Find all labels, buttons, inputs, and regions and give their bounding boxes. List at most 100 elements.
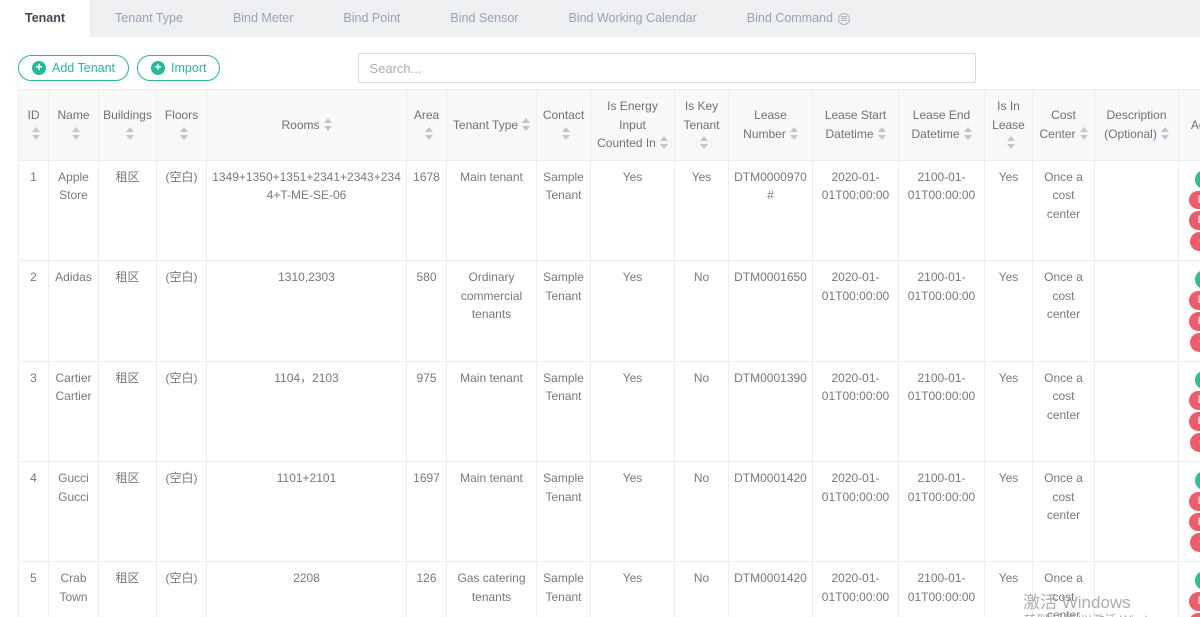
sort-icon[interactable] bbox=[660, 136, 668, 149]
export-button[interactable]: Export bbox=[1189, 211, 1200, 230]
column-header-is-energy-input-counted-in[interactable]: Is Energy Input Counted In bbox=[591, 90, 675, 161]
sort-icon[interactable] bbox=[72, 127, 80, 140]
sort-icon[interactable] bbox=[32, 127, 40, 140]
sort-icon[interactable] bbox=[562, 127, 570, 140]
edit-button[interactable]: Edit bbox=[1195, 270, 1200, 289]
edit-button[interactable]: Edit bbox=[1195, 170, 1200, 189]
column-header-action[interactable]: Action bbox=[1179, 90, 1200, 161]
cell-name: Adidas bbox=[49, 261, 99, 361]
column-header-lease-end-datetime[interactable]: Lease End Datetime bbox=[899, 90, 985, 161]
delete-button[interactable]: Delete bbox=[1189, 592, 1200, 611]
sort-icon[interactable] bbox=[126, 127, 134, 140]
cell-lease-start: 2020-01-01T00:00:00 bbox=[813, 562, 899, 617]
cell-tenant-type: Main tenant bbox=[447, 160, 537, 260]
cell-rooms: 1101+2101 bbox=[207, 461, 407, 561]
tab-label: Tenant Type bbox=[115, 0, 183, 37]
column-label: Tenant Type bbox=[453, 118, 518, 132]
cell-tenant-type: Main tenant bbox=[447, 461, 537, 561]
cell-buildings: 租区 bbox=[99, 461, 157, 561]
column-label: Name bbox=[57, 108, 89, 122]
cell-is-in-lease: Yes bbox=[985, 261, 1033, 361]
export-button[interactable]: Export bbox=[1189, 613, 1200, 617]
cell-name: Apple Store bbox=[49, 160, 99, 260]
column-label: Action bbox=[1191, 118, 1200, 132]
cell-area: 580 bbox=[407, 261, 447, 361]
column-header-contact[interactable]: Contact bbox=[537, 90, 591, 161]
column-header-area[interactable]: Area bbox=[407, 90, 447, 161]
sort-icon[interactable] bbox=[700, 136, 708, 149]
column-label: Floors bbox=[165, 108, 198, 122]
sort-icon[interactable] bbox=[324, 118, 332, 131]
column-header-id[interactable]: ID bbox=[19, 90, 49, 161]
sort-icon[interactable] bbox=[964, 127, 972, 140]
sort-icon[interactable] bbox=[522, 118, 530, 131]
cell-tenant-type: Gas catering tenants bbox=[447, 562, 537, 617]
tab-bind-working-calendar[interactable]: Bind Working Calendar bbox=[543, 0, 721, 37]
column-header-buildings[interactable]: Buildings bbox=[99, 90, 157, 161]
cell-area: 126 bbox=[407, 562, 447, 617]
column-header-cost-center[interactable]: Cost Center bbox=[1033, 90, 1095, 161]
search-input[interactable] bbox=[358, 53, 976, 83]
cell-lease-start: 2020-01-01T00:00:00 bbox=[813, 461, 899, 561]
delete-button[interactable]: Delete bbox=[1189, 291, 1200, 310]
sort-icon[interactable] bbox=[878, 127, 886, 140]
add-tenant-button[interactable]: + Add Tenant bbox=[18, 55, 129, 81]
import-label: Import bbox=[171, 61, 206, 75]
column-header-rooms[interactable]: Rooms bbox=[207, 90, 407, 161]
tab-bind-point[interactable]: Bind Point bbox=[318, 0, 425, 37]
cell-lease-number: DTM0001420 bbox=[729, 461, 813, 561]
export-button[interactable]: Export bbox=[1189, 312, 1200, 331]
edit-button[interactable]: Edit bbox=[1195, 571, 1200, 590]
cell-action: EditDeleteExportClone bbox=[1179, 562, 1200, 617]
column-label: Contact bbox=[543, 108, 584, 122]
column-header-tenant-type[interactable]: Tenant Type bbox=[447, 90, 537, 161]
import-button[interactable]: + Import bbox=[137, 55, 220, 81]
tab-bind-command[interactable]: Bind Command bbox=[722, 0, 875, 37]
cell-floors: (空白) bbox=[157, 361, 207, 461]
column-header-floors[interactable]: Floors bbox=[157, 90, 207, 161]
cell-area: 1678 bbox=[407, 160, 447, 260]
sort-icon[interactable] bbox=[790, 127, 798, 140]
delete-button[interactable]: Delete bbox=[1189, 391, 1200, 410]
cell-id: 3 bbox=[19, 361, 49, 461]
tab-tenant-type[interactable]: Tenant Type bbox=[90, 0, 208, 37]
plus-circle-icon: + bbox=[151, 61, 165, 75]
delete-button[interactable]: Delete bbox=[1189, 492, 1200, 511]
windows-activation-subtext: 转到"设置"以激活 Windows。 bbox=[1024, 611, 1181, 617]
cell-is-key-tenant: No bbox=[675, 361, 729, 461]
cell-is-in-lease: Yes bbox=[985, 461, 1033, 561]
sort-icon[interactable] bbox=[1080, 127, 1088, 140]
sort-icon[interactable] bbox=[180, 127, 188, 140]
column-header-is-key-tenant[interactable]: Is Key Tenant bbox=[675, 90, 729, 161]
tenant-table: ID Name Buildings Floors RoomsArea Tenant Typ… bbox=[18, 89, 1182, 617]
cell-tenant-type: Main tenant bbox=[447, 361, 537, 461]
clone-button[interactable]: Clone bbox=[1190, 232, 1200, 251]
clone-button[interactable]: Clone bbox=[1190, 333, 1200, 352]
column-header-description-optional-[interactable]: Description (Optional) bbox=[1095, 90, 1179, 161]
cell-lease-number: DTM0001420 bbox=[729, 562, 813, 617]
export-button[interactable]: Export bbox=[1189, 513, 1200, 532]
tab-label: Bind Working Calendar bbox=[568, 0, 696, 37]
sort-icon[interactable] bbox=[1007, 136, 1015, 149]
sort-icon[interactable] bbox=[425, 127, 433, 140]
tab-tenant[interactable]: Tenant bbox=[0, 0, 90, 37]
column-label: Description (Optional) bbox=[1104, 108, 1166, 141]
clone-button[interactable]: Clone bbox=[1190, 433, 1200, 452]
clone-button[interactable]: Clone bbox=[1190, 533, 1200, 552]
column-header-name[interactable]: Name bbox=[49, 90, 99, 161]
export-button[interactable]: Export bbox=[1189, 412, 1200, 431]
cell-lease-start: 2020-01-01T00:00:00 bbox=[813, 160, 899, 260]
tab-bind-meter[interactable]: Bind Meter bbox=[208, 0, 318, 37]
column-header-lease-start-datetime[interactable]: Lease Start Datetime bbox=[813, 90, 899, 161]
column-header-lease-number[interactable]: Lease Number bbox=[729, 90, 813, 161]
tab-bind-sensor[interactable]: Bind Sensor bbox=[425, 0, 543, 37]
table-row: 1Apple Store租区(空白)1349+1350+1351+2341+23… bbox=[19, 160, 1200, 260]
cell-id: 4 bbox=[19, 461, 49, 561]
delete-button[interactable]: Delete bbox=[1189, 191, 1200, 210]
cell-id: 2 bbox=[19, 261, 49, 361]
edit-button[interactable]: Edit bbox=[1195, 371, 1200, 390]
sort-icon[interactable] bbox=[1161, 127, 1169, 140]
cell-id: 1 bbox=[19, 160, 49, 260]
column-header-is-in-lease[interactable]: Is In Lease bbox=[985, 90, 1033, 161]
edit-button[interactable]: Edit bbox=[1195, 471, 1200, 490]
